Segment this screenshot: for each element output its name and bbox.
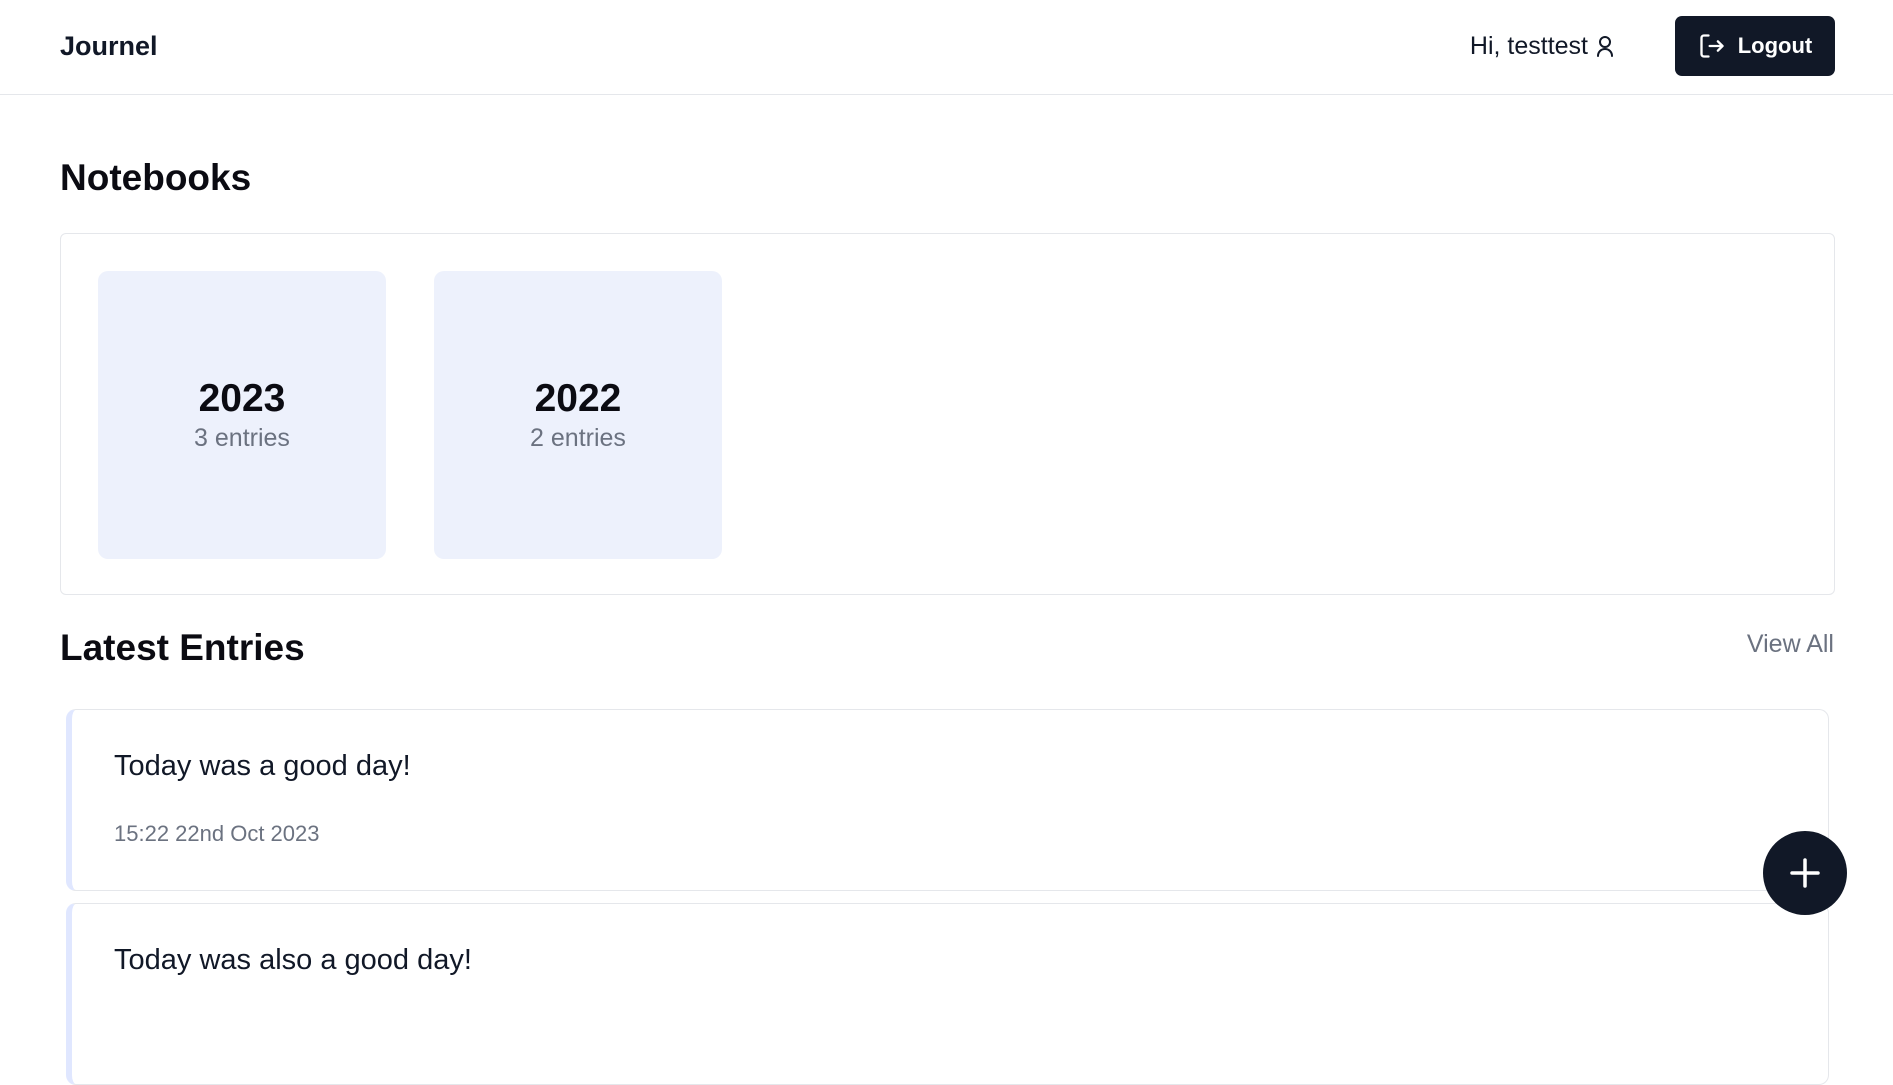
top-navbar: Journel Hi, testtest Logout [0,0,1893,95]
view-all-link[interactable]: View All [1747,628,1834,660]
logout-icon [1698,32,1726,60]
logout-label: Logout [1737,33,1813,58]
greeting-text: Hi, testtest [1469,32,1588,60]
notebook-card-2023[interactable]: 2023 3 entries [98,271,386,559]
entry-timestamp: 15:22 22nd Oct 2023 [114,821,320,846]
plus-icon [1788,856,1822,890]
entry-title: Today was a good day! [114,750,411,782]
user-icon [1596,35,1614,57]
notebook-card-2022[interactable]: 2022 2 entries [434,271,722,559]
entry-card[interactable]: Today was a good day! 15:22 22nd Oct 202… [66,709,1829,891]
notebook-year: 2022 [534,377,622,420]
notebook-year: 2023 [198,377,286,420]
notebook-entry-count: 3 entries [194,424,290,452]
add-entry-button[interactable] [1763,831,1847,915]
brand-logo[interactable]: Journel [60,30,158,62]
notebook-entry-count: 2 entries [530,424,626,452]
logout-button[interactable]: Logout [1675,16,1835,76]
user-greeting: Hi, testtest [1470,30,1614,62]
notebooks-panel: 2023 3 entries 2022 2 entries [60,233,1835,595]
entry-card[interactable]: Today was also a good day! [66,903,1829,1085]
entry-title: Today was also a good day! [114,944,472,976]
notebooks-heading: Notebooks [60,157,252,198]
latest-entries-heading: Latest Entries [60,627,305,668]
